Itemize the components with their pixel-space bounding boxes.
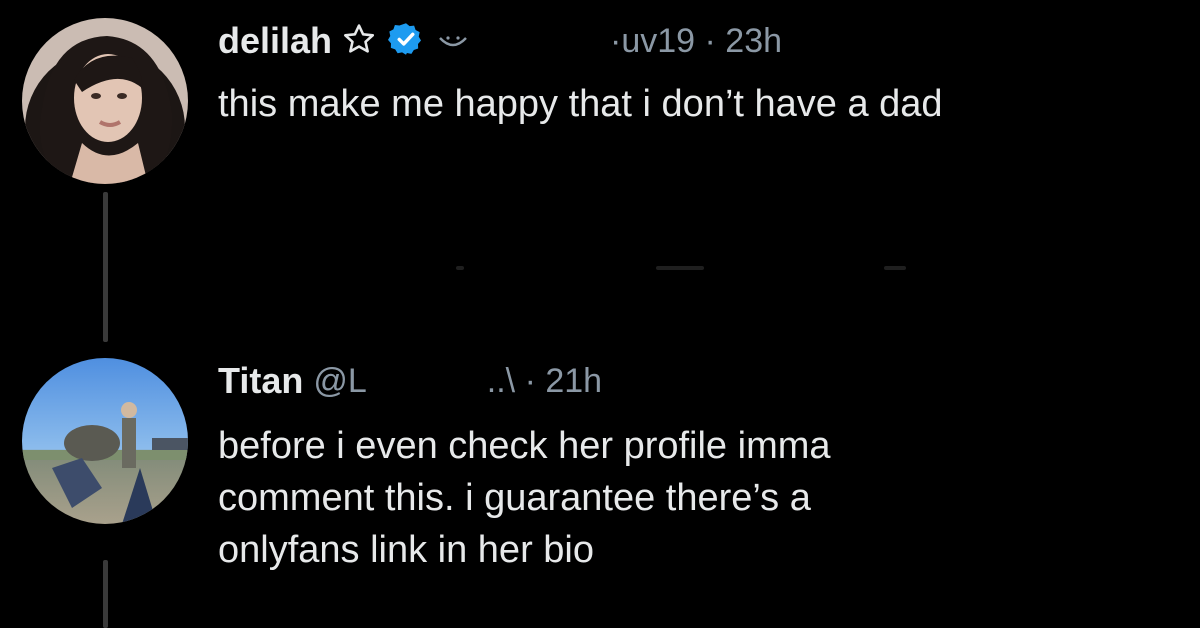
tweet-header: Titan @L ..\ · 21h <box>218 354 602 408</box>
delilah-avatar-image <box>22 18 188 184</box>
tweet-text: this make me happy that i don’t have a d… <box>218 83 943 125</box>
smile-emoji-icon <box>436 24 470 59</box>
thread-connector-top <box>103 192 108 342</box>
tweet-text: before i even check her profile imma com… <box>218 420 831 576</box>
handle-and-timestamp: ..\ · 21h <box>486 361 603 400</box>
tweet-text-line: comment this. i guarantee there’s a <box>218 477 811 519</box>
handle[interactable]: @L <box>313 362 366 401</box>
avatar[interactable] <box>22 18 188 184</box>
verified-badge-icon <box>388 21 424 62</box>
display-name[interactable]: Titan <box>218 360 303 402</box>
titan-avatar-image <box>22 358 188 524</box>
handle-and-timestamp: ·uv19 · 23h <box>610 21 783 60</box>
star-icon <box>342 22 376 61</box>
redacted-mark <box>656 266 704 270</box>
redacted-mark <box>456 266 464 270</box>
tweet-text-line: onlyfans link in her bio <box>218 529 594 571</box>
thread-connector-bottom <box>103 560 108 628</box>
display-name[interactable]: delilah <box>218 20 332 62</box>
redacted-mark <box>884 266 906 270</box>
avatar[interactable] <box>22 358 188 524</box>
tweet-header: delilah ·uv19 · 23h <box>218 14 782 68</box>
tweet-text-line: before i even check her profile imma <box>218 425 831 467</box>
